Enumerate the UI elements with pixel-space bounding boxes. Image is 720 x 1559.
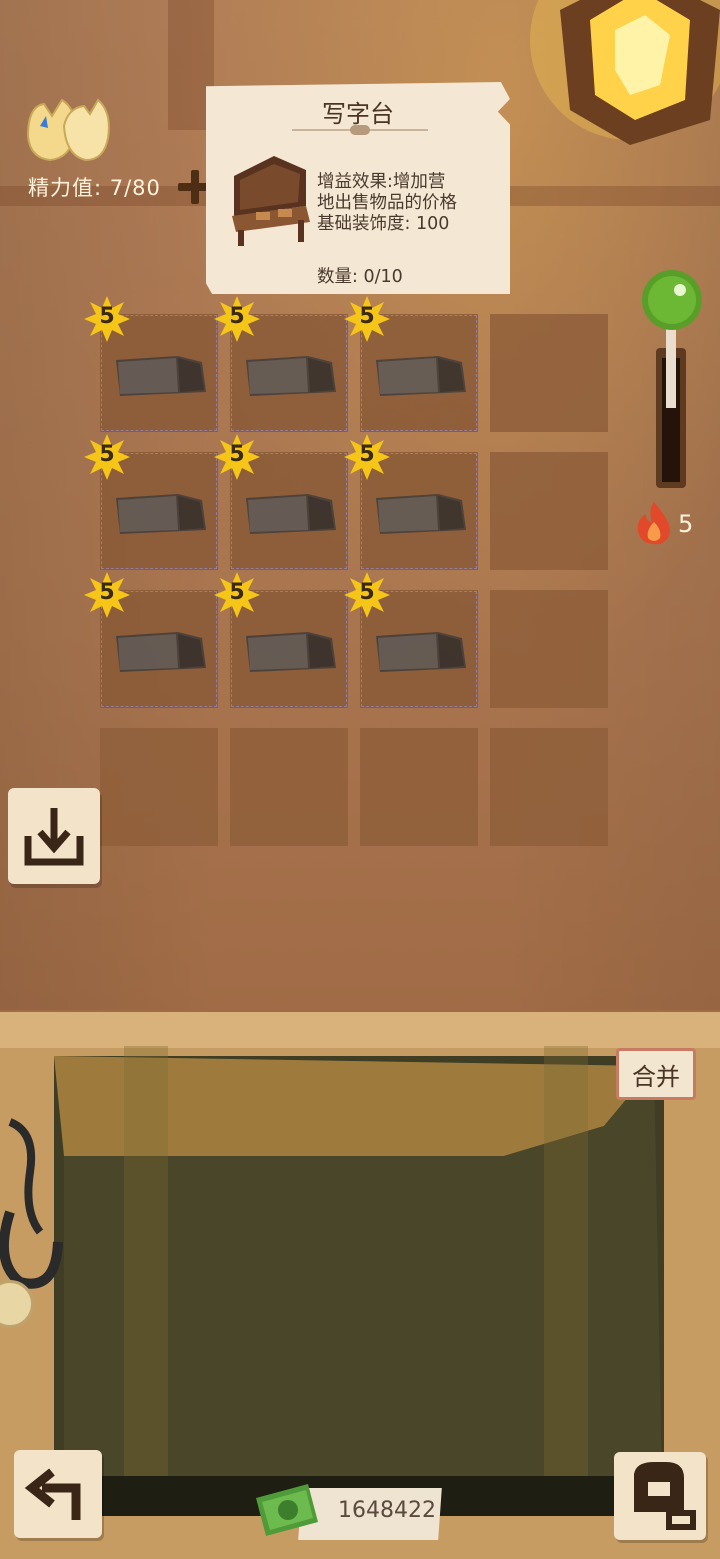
grid-cell[interactable] <box>230 728 348 846</box>
stone-item-icon <box>376 494 466 534</box>
level-number: 5 <box>99 580 115 605</box>
lamp-icon <box>530 0 720 145</box>
stone-item-icon <box>246 356 336 396</box>
level-badge: 5 <box>214 572 260 618</box>
description-line: 基础装饰度: 100 <box>317 214 450 234</box>
stone-item-icon <box>376 356 466 396</box>
writing-desk-icon <box>232 156 310 246</box>
item-description: 增益效果:增加营 地出售物品的价格 基础装饰度: 100 <box>317 172 507 235</box>
description-line: 增益效果:增加营 <box>317 172 446 192</box>
back-arrow-icon <box>24 1468 81 1520</box>
cash-icon <box>256 1484 318 1536</box>
counter-edge <box>0 1012 720 1048</box>
stone-item-icon <box>116 632 206 672</box>
furnace-lever[interactable] <box>636 268 706 498</box>
level-number: 5 <box>359 580 375 605</box>
level-badge: 5 <box>214 434 260 480</box>
level-number: 5 <box>359 304 375 329</box>
energy-label: 精力值: 7/80 <box>28 176 161 200</box>
grid-cell[interactable] <box>490 314 608 432</box>
level-badge: 5 <box>344 296 390 342</box>
stone-item-icon <box>116 494 206 534</box>
fire-icon <box>637 502 670 545</box>
description-line: 地出售物品的价格 <box>317 193 457 213</box>
level-badge: 5 <box>214 296 260 342</box>
grid-cell[interactable] <box>490 452 608 570</box>
item-count: 数量: 0/10 <box>317 267 403 287</box>
level-badge: 5 <box>84 434 130 480</box>
level-badge: 5 <box>84 572 130 618</box>
level-number: 5 <box>99 442 115 467</box>
fire-count: 5 <box>678 510 694 538</box>
inventory-bag[interactable] <box>44 1046 672 1516</box>
hook-icon[interactable] <box>0 1112 70 1302</box>
level-badge: 5 <box>84 296 130 342</box>
stone-item-icon <box>246 494 336 534</box>
grid-cell[interactable] <box>360 728 478 846</box>
stone-item-icon <box>246 632 336 672</box>
grid-cell[interactable] <box>490 590 608 708</box>
level-number: 5 <box>229 442 245 467</box>
shop-button[interactable] <box>614 1452 706 1540</box>
grid-cell[interactable] <box>490 728 608 846</box>
level-badge: 5 <box>344 434 390 480</box>
item-info-card: 写字台 增益效果:增加营 地出售物品的价格 基础装饰度: 100 数量: 0/1… <box>206 82 510 294</box>
backpack-icon <box>634 1462 696 1530</box>
level-number: 5 <box>229 580 245 605</box>
level-number: 5 <box>229 304 245 329</box>
item-title: 写字台 <box>322 100 394 128</box>
level-number: 5 <box>359 442 375 467</box>
download-tray-icon <box>24 808 84 866</box>
level-badge: 5 <box>344 572 390 618</box>
money-amount: 1648422 <box>338 1498 436 1523</box>
divider <box>292 125 428 135</box>
level-number: 5 <box>99 304 115 329</box>
import-button[interactable] <box>8 788 100 884</box>
grid-cell[interactable] <box>100 728 218 846</box>
energy-flame-icon <box>26 98 110 162</box>
merge-button[interactable]: 合并 <box>616 1048 696 1100</box>
stone-item-icon <box>376 632 466 672</box>
back-button[interactable] <box>14 1450 102 1538</box>
stone-item-icon <box>116 356 206 396</box>
